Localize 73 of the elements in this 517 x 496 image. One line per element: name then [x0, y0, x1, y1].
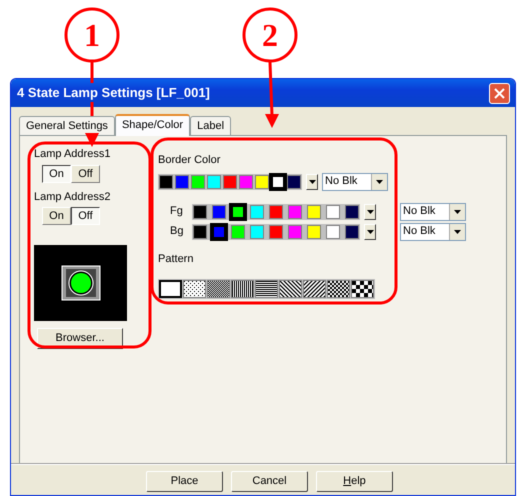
color-swatch[interactable] — [269, 204, 283, 218]
toggle-button[interactable]: Off — [71, 164, 100, 182]
color-swatch[interactable] — [231, 204, 245, 218]
color-swatch[interactable] — [255, 174, 269, 188]
close-button[interactable] — [489, 82, 510, 104]
color-swatch[interactable] — [288, 224, 302, 238]
dialog-button[interactable]: Cancel — [231, 471, 308, 492]
dropdown[interactable]: No Blk — [322, 172, 388, 190]
pattern-swatch[interactable] — [183, 280, 206, 298]
callout-number: 1 — [84, 17, 100, 53]
toggle-button[interactable]: On — [42, 207, 71, 225]
color-swatch[interactable] — [326, 224, 340, 238]
dialog-button[interactable]: Place — [146, 471, 223, 492]
callout-circle — [242, 8, 298, 62]
tab[interactable]: Label — [190, 116, 232, 135]
color-swatch[interactable] — [239, 174, 253, 188]
pattern-swatch[interactable] — [279, 280, 302, 298]
color-swatch[interactable] — [307, 204, 321, 218]
caret-icon — [454, 230, 461, 234]
color-swatch[interactable] — [223, 174, 237, 188]
tab[interactable]: Shape/Color — [114, 114, 190, 136]
caret-icon — [454, 210, 461, 214]
color-swatch[interactable] — [271, 174, 285, 188]
color-swatch[interactable] — [193, 224, 207, 238]
callout-arrow — [265, 62, 279, 128]
color-swatch[interactable] — [175, 174, 189, 188]
callout-number: 2 — [262, 17, 278, 53]
field-label: Lamp Address1 — [34, 147, 110, 162]
color-swatch[interactable] — [345, 204, 359, 218]
pattern-swatch[interactable] — [207, 280, 230, 298]
pattern-swatch[interactable] — [231, 280, 254, 298]
caret-icon — [366, 230, 374, 234]
color-swatch[interactable] — [231, 224, 245, 238]
color-swatch[interactable] — [345, 224, 359, 238]
color-swatch[interactable] — [250, 204, 264, 218]
pattern-swatch[interactable] — [159, 280, 182, 298]
field-label: Pattern — [158, 252, 194, 266]
toggle-button[interactable]: Off — [71, 207, 100, 225]
pattern-swatch[interactable] — [351, 280, 374, 298]
caret-icon — [366, 210, 374, 214]
pattern-swatch[interactable] — [327, 280, 350, 298]
dropdown-button[interactable] — [306, 174, 318, 190]
color-swatch[interactable] — [193, 204, 207, 218]
color-swatch[interactable] — [307, 224, 321, 238]
close-icon — [494, 88, 505, 98]
color-swatch[interactable] — [288, 204, 302, 218]
color-swatch[interactable] — [212, 204, 226, 218]
color-swatch[interactable] — [212, 224, 226, 238]
callout-circle — [64, 8, 120, 62]
tab[interactable]: General Settings — [19, 116, 115, 135]
field-label: Bg — [169, 224, 184, 240]
caret-icon — [376, 180, 383, 184]
toggle-button[interactable]: On — [42, 164, 71, 182]
color-swatch[interactable] — [207, 174, 221, 188]
color-swatch[interactable] — [159, 174, 173, 188]
pattern-swatch[interactable] — [255, 280, 278, 298]
dropdown[interactable]: No Blk — [400, 222, 466, 240]
color-swatch[interactable] — [250, 224, 264, 238]
color-swatch[interactable] — [191, 174, 205, 188]
dropdown-button[interactable] — [364, 204, 376, 220]
window-title: 4 State Lamp Settings [LF_001] — [17, 84, 210, 102]
color-swatch[interactable] — [287, 174, 301, 188]
field-label: Border Color — [158, 153, 220, 168]
dropdown-button[interactable] — [364, 224, 376, 240]
dialog-button[interactable]: Help — [316, 471, 393, 492]
caret-icon — [308, 180, 316, 184]
dropdown[interactable]: No Blk — [400, 202, 466, 220]
pattern-swatch[interactable] — [303, 280, 326, 298]
color-swatch[interactable] — [326, 204, 340, 218]
field-label: Lamp Address2 — [34, 190, 110, 204]
lamp-drawing — [60, 265, 100, 301]
field-label: Fg — [169, 204, 184, 220]
color-swatch[interactable] — [269, 224, 283, 238]
